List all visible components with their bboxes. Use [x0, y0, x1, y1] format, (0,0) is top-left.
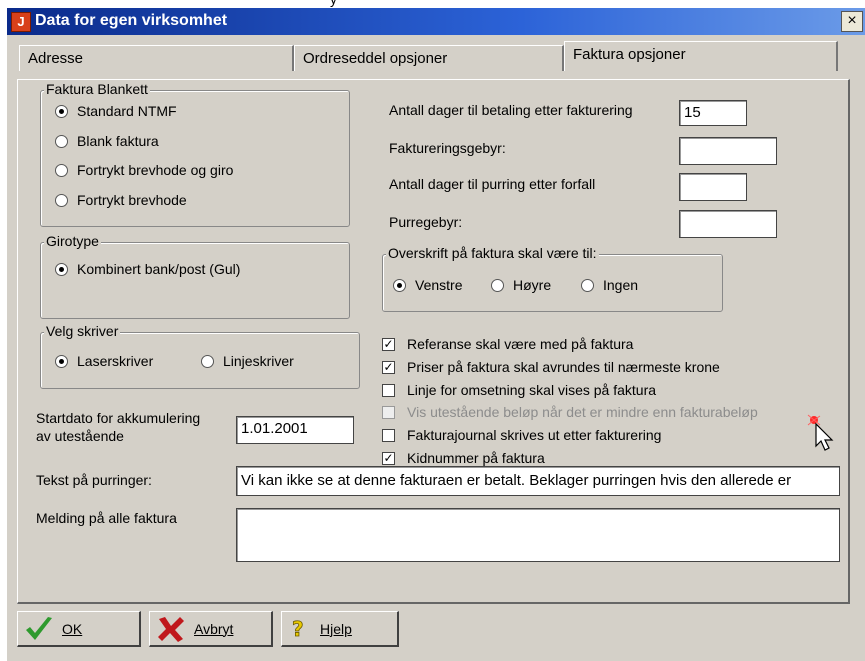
- startdato-label-line1: Startdato for akkumulering: [36, 410, 201, 426]
- betaling-dager-label: Antall dager til betaling etter fakturer…: [389, 102, 633, 118]
- group-label: Overskrift på faktura skal være til:: [386, 245, 599, 261]
- group-label: Faktura Blankett: [44, 81, 150, 97]
- radio-dot: [55, 193, 68, 207]
- hjelp-button-label: Hjelp: [320, 620, 352, 637]
- radio-dot: [55, 134, 68, 148]
- overskrift-group: Overskrift på faktura skal være til: Ven…: [382, 245, 723, 312]
- tab-panel: Faktura Blankett Standard NTMF Blank fak…: [17, 79, 850, 604]
- tab-label: Faktura opsjoner: [573, 46, 686, 63]
- faktura-blankett-group: Faktura Blankett Standard NTMF Blank fak…: [40, 81, 350, 227]
- tab-label: Ordreseddel opsjoner: [303, 50, 448, 67]
- checkbox-fakturajournal[interactable]: Fakturajournal skrives ut etter fakturer…: [382, 427, 661, 443]
- x-icon: [158, 616, 184, 642]
- checkbox-avrund-priser[interactable]: ✓ Priser på faktura skal avrundes til nær…: [382, 359, 720, 375]
- radio-venstre[interactable]: Venstre: [393, 277, 462, 293]
- window-top-fragment: y: [330, 0, 337, 7]
- radio-label: Fortrykt brevhode: [77, 192, 187, 208]
- checkbox-label: Priser på faktura skal avrundes til nærm…: [407, 359, 720, 375]
- checkbox-label: Fakturajournal skrives ut etter fakturer…: [407, 427, 662, 443]
- radio-label: Blank faktura: [77, 133, 159, 149]
- avbryt-button-label: Avbryt: [194, 620, 234, 637]
- purregebyr-label: Purregebyr:: [389, 214, 463, 230]
- svg-text:?: ?: [292, 617, 304, 641]
- faktureringsgebyr-label: Faktureringsgebyr:: [389, 140, 506, 156]
- radio-blank-faktura[interactable]: Blank faktura: [55, 133, 159, 149]
- checkbox-label: Vis utestående beløp når det er mindre e…: [407, 404, 758, 420]
- group-label: Velg skriver: [44, 323, 121, 339]
- melding-label: Melding på alle faktura: [36, 510, 177, 526]
- radio-label: Høyre: [513, 277, 552, 293]
- app-icon: J: [11, 12, 31, 32]
- checkbox-box: ✓: [382, 359, 395, 374]
- purring-tekst-label: Tekst på purringer:: [36, 472, 152, 488]
- skriver-group: Velg skriver Laserskriver Linjeskriver: [40, 323, 360, 389]
- tab-label: Adresse: [28, 50, 84, 67]
- radio-label: Fortrykt brevhode og giro: [77, 162, 234, 178]
- hjelp-button[interactable]: ? Hjelp: [281, 611, 399, 647]
- radio-label: Standard NTMF: [77, 103, 177, 119]
- checkbox-box: [382, 428, 395, 442]
- radio-laserskriver[interactable]: Laserskriver: [55, 353, 153, 369]
- ok-button-label: OK: [62, 620, 83, 637]
- melding-field[interactable]: [236, 508, 840, 562]
- radio-dot: [55, 354, 68, 368]
- checkbox-label: Linje for omsetning skal vises på faktur…: [407, 382, 657, 398]
- tab-adresse[interactable]: Adresse: [19, 45, 294, 71]
- group-label: Girotype: [44, 233, 101, 249]
- tab-faktura-opsjoner[interactable]: Faktura opsjoner: [564, 41, 838, 71]
- radio-label: Laserskriver: [77, 353, 154, 369]
- checkbox-label: Referanse skal være med på faktura: [407, 336, 634, 352]
- startdato-label-line2: av utestående: [36, 428, 124, 444]
- checkmark-icon: [26, 616, 52, 640]
- checkbox-kidnummer[interactable]: ✓ Kidnummer på faktura: [382, 450, 545, 466]
- radio-kombinert-bank-post[interactable]: Kombinert bank/post (Gul): [55, 261, 240, 277]
- mouse-cursor-icon: [807, 414, 834, 451]
- radio-fortrykt-brevhode-giro[interactable]: Fortrykt brevhode og giro: [55, 162, 233, 178]
- radio-label: Linjeskriver: [223, 353, 294, 369]
- startdato-field[interactable]: 1.01.2001: [236, 416, 354, 444]
- checkbox-box: [382, 405, 395, 419]
- window-title: Data for egen virksomhet: [35, 12, 228, 29]
- checkbox-vis-utestaende[interactable]: Vis utestående beløp når det er mindre e…: [382, 404, 758, 420]
- tab-ordreseddel[interactable]: Ordreseddel opsjoner: [294, 45, 564, 71]
- radio-dot: [581, 278, 594, 292]
- purring-tekst-field[interactable]: Vi kan ikke se at denne fakturaen er bet…: [236, 466, 840, 496]
- checkbox-box: ✓: [382, 336, 395, 351]
- radio-label: Venstre: [415, 277, 463, 293]
- radio-dot: [55, 104, 68, 118]
- radio-dot: [55, 262, 68, 276]
- radio-dot: [393, 278, 406, 292]
- help-icon: ?: [292, 617, 304, 641]
- girotype-group: Girotype Kombinert bank/post (Gul): [40, 233, 350, 319]
- ok-button[interactable]: OK: [17, 611, 141, 647]
- checkbox-box: [382, 383, 395, 397]
- avbryt-button[interactable]: Avbryt: [149, 611, 273, 647]
- radio-label: Ingen: [603, 277, 639, 293]
- radio-dot: [491, 278, 504, 292]
- dialog: Adresse Ordreseddel opsjoner Faktura ops…: [7, 35, 865, 661]
- checkbox-label: Kidnummer på faktura: [407, 450, 545, 466]
- radio-dot: [201, 354, 214, 368]
- radio-fortrykt-brevhode[interactable]: Fortrykt brevhode: [55, 192, 187, 208]
- title-bar: J Data for egen virksomhet ×: [7, 8, 865, 35]
- radio-linjeskriver[interactable]: Linjeskriver: [201, 353, 294, 369]
- checkbox-referanse[interactable]: ✓ Referanse skal være med på faktura: [382, 336, 633, 352]
- purregebyr-field[interactable]: [679, 210, 777, 238]
- purring-dager-field[interactable]: [679, 173, 747, 201]
- radio-hoyre[interactable]: Høyre: [491, 277, 551, 293]
- radio-label: Kombinert bank/post (Gul): [77, 261, 241, 277]
- radio-dot: [55, 163, 68, 177]
- purring-dager-label: Antall dager til purring etter forfall: [389, 176, 596, 192]
- close-button[interactable]: ×: [841, 11, 863, 32]
- betaling-dager-field[interactable]: 15: [679, 100, 747, 126]
- radio-standard-ntmf[interactable]: Standard NTMF: [55, 103, 177, 119]
- radio-ingen[interactable]: Ingen: [581, 277, 638, 293]
- checkbox-box: ✓: [382, 450, 395, 465]
- checkbox-omsetning-linje[interactable]: Linje for omsetning skal vises på faktur…: [382, 382, 656, 398]
- faktureringsgebyr-field[interactable]: [679, 137, 777, 165]
